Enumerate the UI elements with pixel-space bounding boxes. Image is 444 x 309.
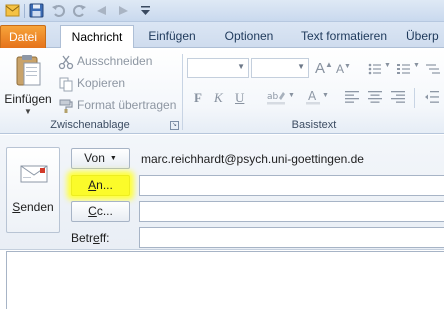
bold-button[interactable]: F bbox=[194, 90, 202, 106]
cc-button[interactable]: Cc... bbox=[71, 201, 130, 222]
clipboard-dialog-launcher-icon[interactable]: ↘ bbox=[170, 121, 179, 130]
to-label-post: n... bbox=[96, 178, 113, 192]
next-item-icon[interactable] bbox=[116, 3, 131, 18]
to-button[interactable]: An... bbox=[71, 175, 130, 196]
chevron-down-icon: ▼ bbox=[24, 107, 32, 116]
ribbon-tab-row: Datei Nachricht Einfügen Optionen Text f… bbox=[0, 22, 444, 49]
to-input[interactable] bbox=[139, 175, 444, 196]
cc-label-key: C bbox=[88, 204, 97, 218]
format-painter-label: Format übertragen bbox=[77, 98, 177, 112]
group-separator bbox=[414, 88, 415, 108]
italic-button[interactable]: K bbox=[214, 90, 223, 106]
basic-text-group-label: Basistext bbox=[291, 119, 337, 131]
to-label-key: A bbox=[88, 178, 97, 192]
paste-label: Einfügen bbox=[4, 92, 52, 106]
scissors-icon bbox=[58, 55, 74, 69]
envelope-icon bbox=[20, 165, 48, 183]
shrink-font-label: A bbox=[336, 62, 345, 76]
copy-button[interactable]: Kopieren bbox=[58, 73, 125, 93]
from-button[interactable]: Von ▼ bbox=[71, 148, 130, 169]
tab-format-text[interactable]: Text formatieren bbox=[294, 25, 394, 48]
format-painter-button[interactable]: Format übertragen bbox=[58, 95, 176, 115]
decrease-indent-icon[interactable] bbox=[424, 89, 440, 105]
tab-message[interactable]: Nachricht bbox=[60, 25, 134, 49]
title-bar bbox=[0, 0, 444, 22]
save-icon[interactable] bbox=[29, 3, 44, 18]
font-size-combo[interactable]: ▼ bbox=[251, 58, 309, 78]
subject-label-key: e bbox=[93, 231, 100, 245]
subject-input[interactable] bbox=[139, 227, 444, 248]
group-separator bbox=[182, 54, 183, 130]
send-button[interactable]: Senden bbox=[6, 147, 60, 233]
tab-file[interactable]: Datei bbox=[0, 25, 46, 48]
copy-label: Kopieren bbox=[77, 76, 126, 90]
multilevel-list-icon[interactable] bbox=[425, 61, 441, 77]
font-color-icon[interactable]: A bbox=[305, 89, 321, 105]
subject-label: Betreff: bbox=[71, 231, 110, 245]
grow-font-button[interactable]: A▲ bbox=[315, 60, 333, 77]
tab-options[interactable]: Optionen bbox=[214, 25, 284, 48]
subject-label-post: ff: bbox=[99, 231, 110, 245]
send-label: Senden bbox=[7, 200, 59, 214]
font-name-combo[interactable]: ▼ bbox=[187, 58, 249, 78]
grow-font-label: A bbox=[315, 60, 326, 77]
tab-review[interactable]: Überp bbox=[406, 25, 444, 48]
outlook-app-icon[interactable] bbox=[5, 3, 20, 18]
chevron-down-icon[interactable]: ▼ bbox=[413, 62, 420, 69]
numbering-icon[interactable] bbox=[396, 61, 412, 77]
svg-text:ab: ab bbox=[267, 92, 279, 102]
shrink-font-button[interactable]: A▼ bbox=[336, 62, 351, 76]
clipboard-group-label: Zwischenablage bbox=[50, 119, 130, 131]
underline-button[interactable]: U bbox=[235, 90, 244, 106]
svg-text:A: A bbox=[308, 89, 317, 103]
message-body-editor[interactable] bbox=[6, 251, 444, 309]
customize-qat-icon[interactable] bbox=[138, 3, 153, 18]
send-label-post: enden bbox=[20, 200, 54, 214]
chevron-down-icon[interactable]: ▼ bbox=[384, 62, 391, 69]
bullets-icon[interactable] bbox=[367, 61, 383, 77]
redo-icon[interactable] bbox=[72, 3, 87, 18]
chevron-down-icon: ▼ bbox=[109, 155, 117, 163]
cut-label: Ausschneiden bbox=[77, 54, 153, 68]
copy-icon bbox=[59, 77, 73, 92]
cc-input[interactable] bbox=[139, 201, 444, 222]
previous-item-icon[interactable] bbox=[94, 3, 109, 18]
ribbon-panel: Einfügen ▼ Ausschneiden Kopieren Format … bbox=[0, 48, 444, 134]
undo-icon[interactable] bbox=[51, 3, 66, 18]
message-header: Senden Von ▼ marc.reichhardt@psych.uni-go… bbox=[0, 135, 444, 250]
from-address: marc.reichhardt@psych.uni-goettingen.de bbox=[141, 152, 364, 166]
cc-label-post: c... bbox=[96, 204, 113, 218]
qat-separator bbox=[24, 4, 25, 18]
align-left-icon[interactable] bbox=[344, 89, 360, 105]
chevron-down-icon: ▼ bbox=[297, 62, 305, 71]
from-label: Von bbox=[84, 151, 105, 165]
chevron-down-icon[interactable]: ▼ bbox=[322, 92, 329, 99]
chevron-down-icon: ▼ bbox=[237, 62, 245, 71]
paintbrush-icon bbox=[59, 99, 73, 113]
tab-insert[interactable]: Einfügen bbox=[141, 25, 203, 48]
align-center-icon[interactable] bbox=[367, 89, 383, 105]
subject-label-pre: Betr bbox=[71, 231, 94, 245]
clipboard-icon bbox=[16, 55, 41, 86]
highlight-color-icon[interactable]: ab bbox=[266, 89, 286, 105]
cut-button[interactable]: Ausschneiden bbox=[58, 51, 152, 71]
chevron-down-icon[interactable]: ▼ bbox=[288, 92, 295, 99]
paste-button[interactable]: Einfügen ▼ bbox=[2, 52, 54, 116]
align-right-icon[interactable] bbox=[390, 89, 406, 105]
